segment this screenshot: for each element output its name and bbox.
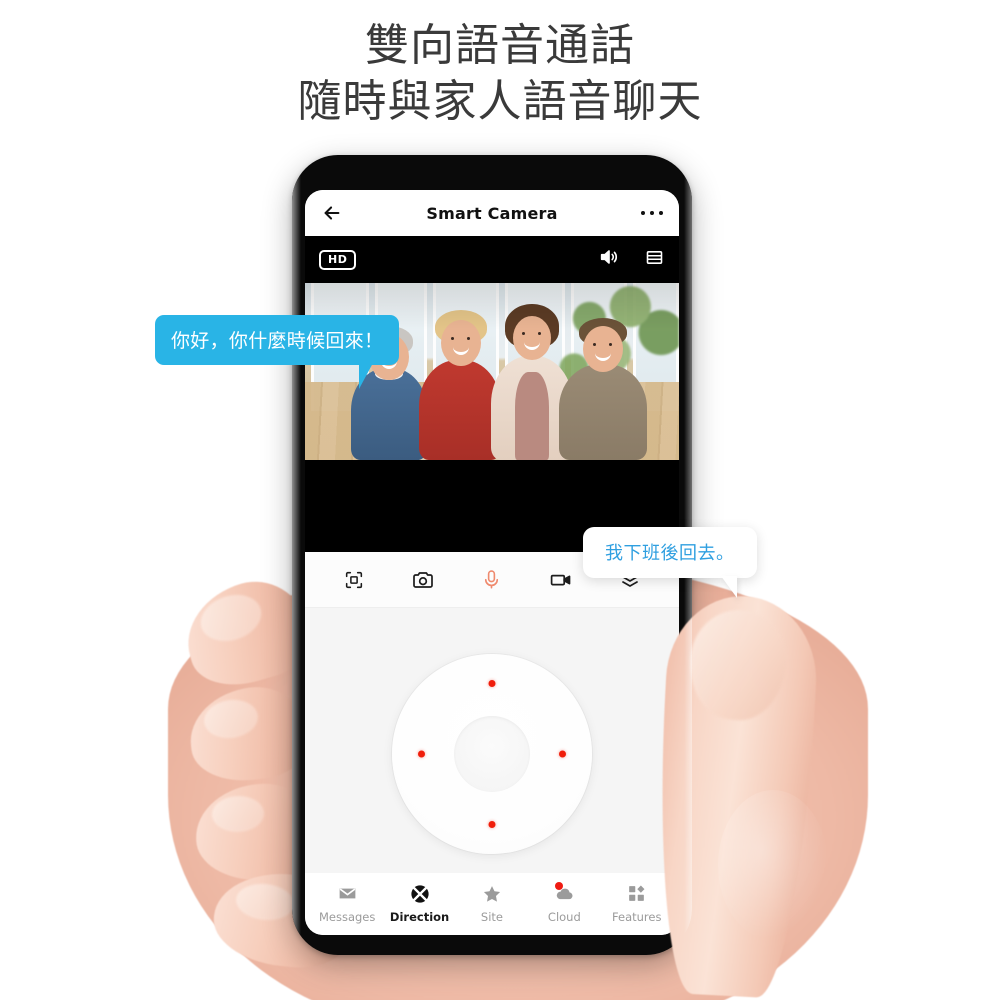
envelope-icon <box>337 883 358 905</box>
video-overlay-bar: HD <box>305 236 679 283</box>
bottom-navigation: Messages Direction Site Cloud Features <box>305 873 679 935</box>
video-panel: HD <box>305 236 679 552</box>
camera-icon[interactable] <box>406 563 440 597</box>
grid-icon <box>626 883 647 905</box>
nav-label: Features <box>612 909 662 924</box>
nav-label: Site <box>480 909 504 924</box>
nav-label: Messages <box>318 909 376 924</box>
nav-label: Cloud <box>547 909 581 924</box>
hand-thumb-knuckle <box>718 790 828 940</box>
hand-nail-index <box>194 587 268 649</box>
chat-bubble-outgoing-text: 我下班後回去。 <box>605 543 735 564</box>
cloud-icon <box>553 881 576 905</box>
chat-bubble-outgoing: 我下班後回去。 <box>583 527 757 598</box>
dpad-dot-right[interactable] <box>559 750 566 758</box>
back-arrow-icon[interactable] <box>321 202 343 224</box>
direction-pad[interactable] <box>392 654 592 854</box>
page-title-text: Smart Camera <box>426 203 558 223</box>
star-icon <box>481 883 503 905</box>
video-camera-icon[interactable] <box>544 563 578 597</box>
headline-line-1: 雙向語音通話 <box>365 20 635 71</box>
dpad-dot-down[interactable] <box>488 821 496 828</box>
more-options-icon[interactable] <box>641 211 663 215</box>
chat-bubble-incoming-text: 你好，你什麼時候回來！ <box>171 330 384 352</box>
chat-bubble-incoming-tail <box>359 363 381 389</box>
speaker-icon[interactable] <box>598 246 620 273</box>
app-header: Smart Camera <box>305 190 679 236</box>
split-screen-icon[interactable] <box>644 247 665 273</box>
page-root: 雙向語音通話 隨時與家人語音聊天 Smart Camera HD Message… <box>0 0 1000 1000</box>
chat-bubble-incoming: 你好，你什麼時候回來！ <box>155 315 400 389</box>
notification-badge <box>554 881 563 890</box>
nav-item-messages[interactable]: Messages <box>313 883 381 924</box>
hand-nail-ring <box>211 795 265 833</box>
nav-item-direction[interactable]: Direction <box>386 883 454 924</box>
nav-item-site[interactable]: Site <box>458 883 526 924</box>
dpad-dot-left[interactable] <box>418 750 425 758</box>
nav-label: Direction <box>389 909 450 924</box>
fullscreen-icon[interactable] <box>337 563 371 597</box>
nav-item-features[interactable]: Features <box>603 883 671 924</box>
page-title: 雙向語音通話 隨時與家人語音聊天 <box>0 18 1000 131</box>
microphone-icon[interactable] <box>475 563 509 597</box>
dpad-dot-up[interactable] <box>488 680 496 687</box>
hand-thumb-nail <box>684 605 792 725</box>
hand-nail-middle <box>201 696 261 742</box>
nav-item-cloud[interactable]: Cloud <box>530 881 598 924</box>
direction-crosshair-icon <box>409 883 431 905</box>
hd-quality-badge[interactable]: HD <box>319 249 357 270</box>
headline-line-2: 隨時與家人語音聊天 <box>297 76 703 128</box>
direction-control-area <box>305 608 679 873</box>
hand-nail-pinky <box>234 881 296 923</box>
dpad-center-button[interactable] <box>454 716 530 792</box>
chat-bubble-outgoing-tail <box>715 576 737 598</box>
